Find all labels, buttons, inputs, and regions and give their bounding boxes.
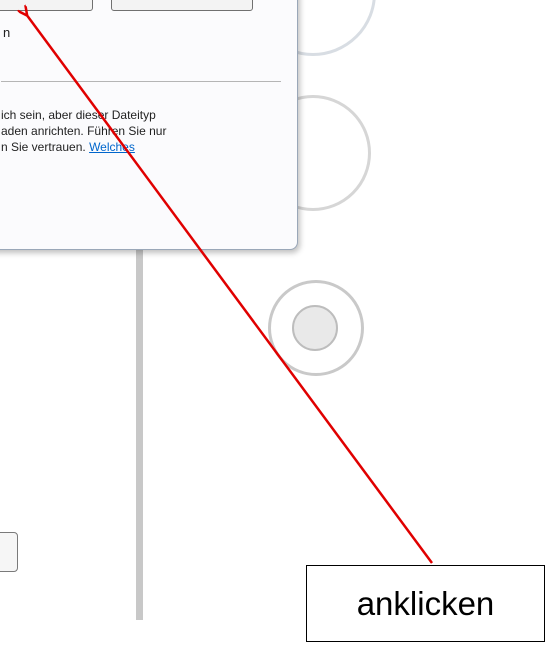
annotation-label: anklicken — [306, 565, 545, 642]
arrow-line — [26, 14, 434, 564]
annotation-arrow — [0, 0, 434, 564]
annotation-label-text: anklicken — [356, 584, 495, 622]
